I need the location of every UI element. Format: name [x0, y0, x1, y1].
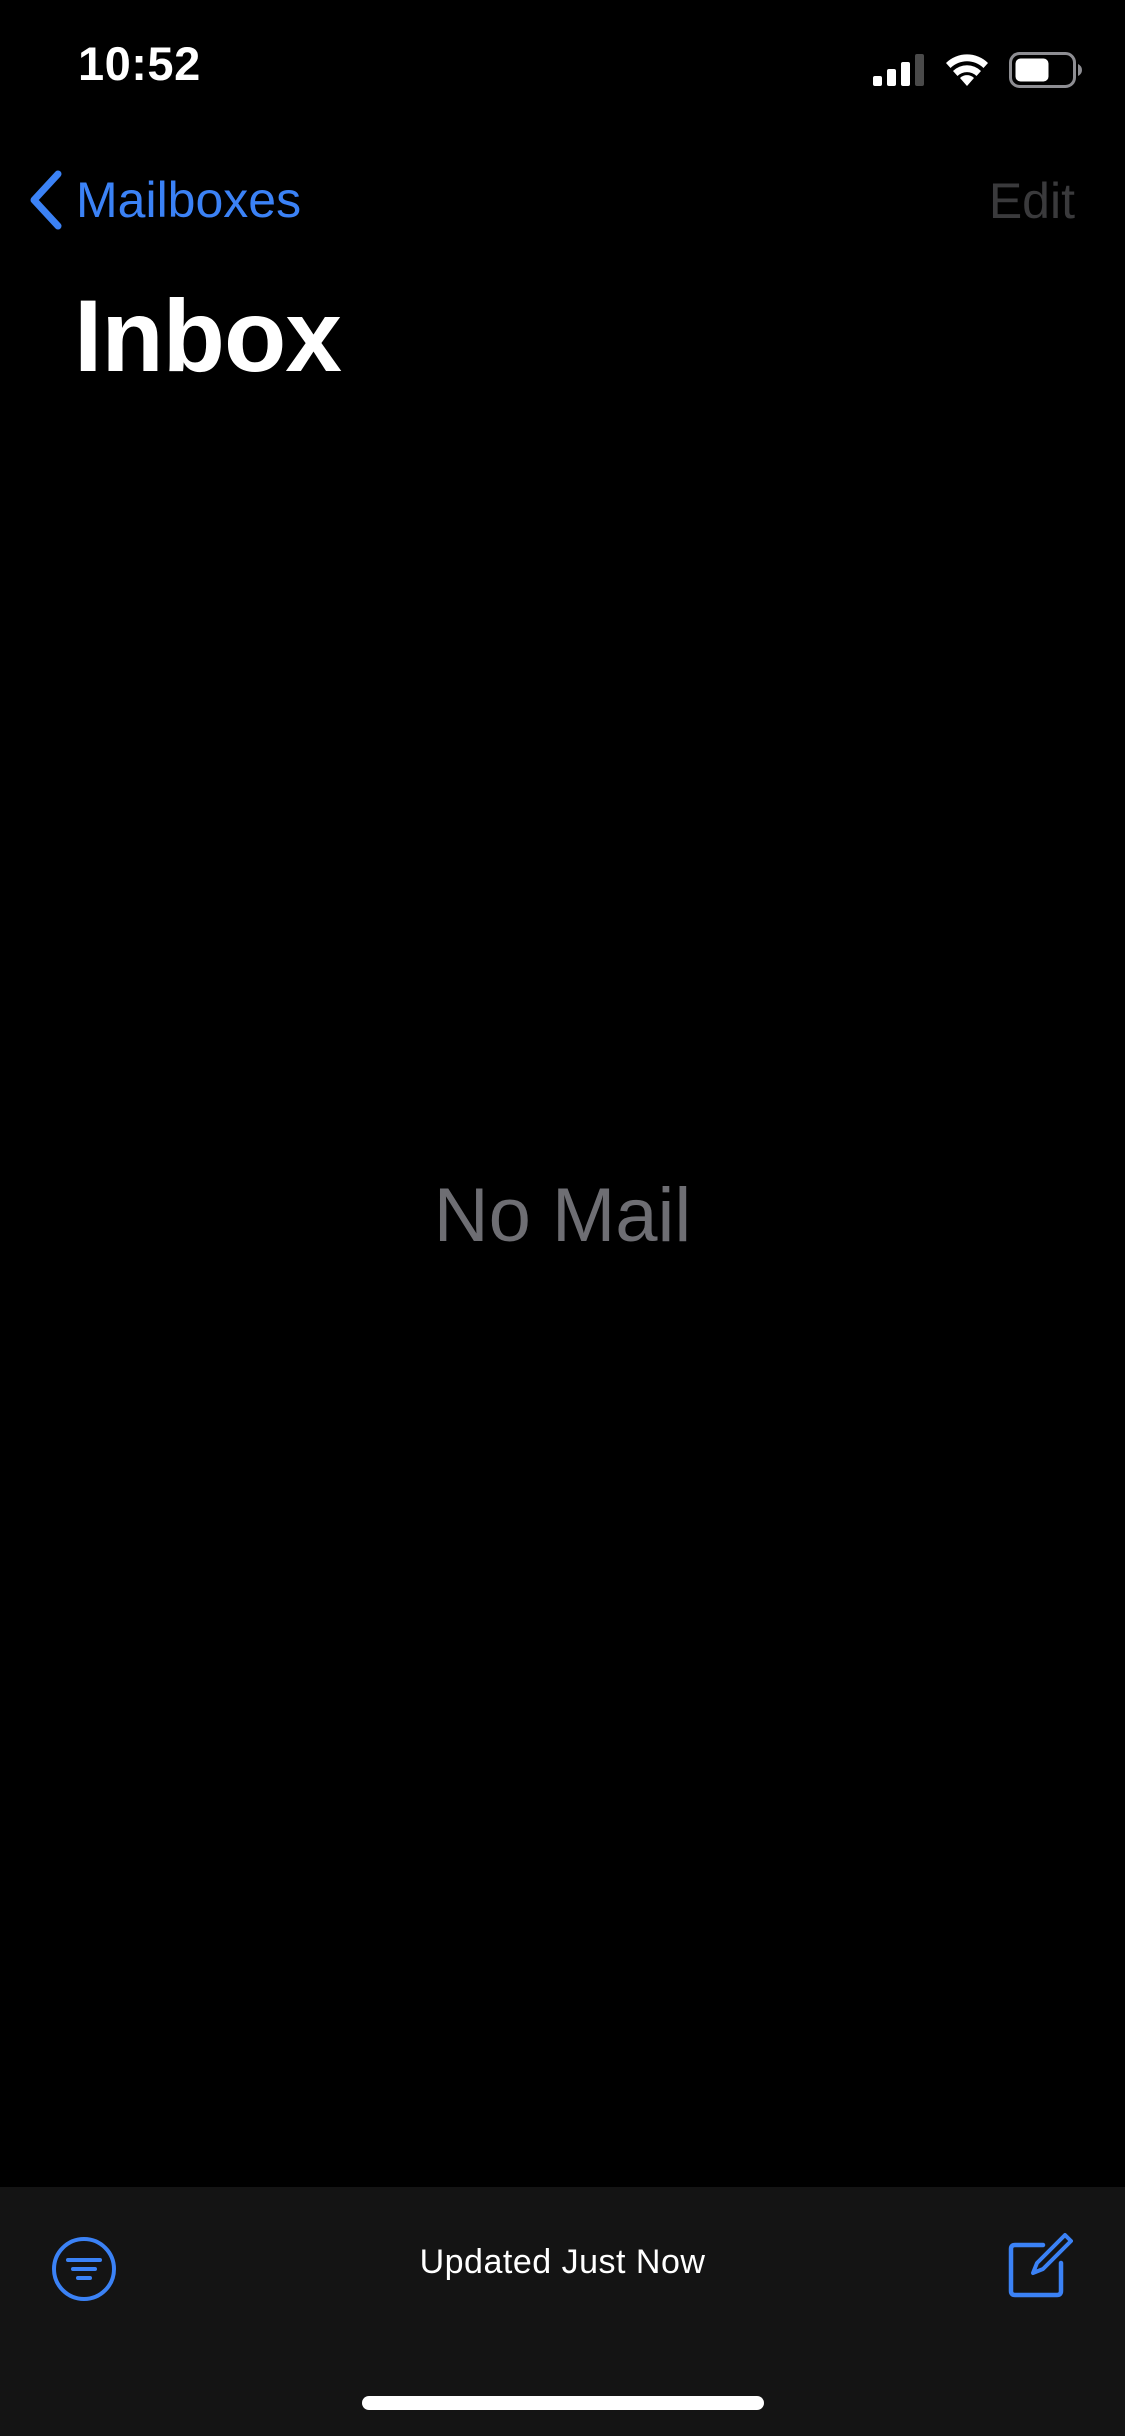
battery-icon	[1009, 52, 1082, 88]
back-button[interactable]: Mailboxes	[26, 168, 301, 232]
wifi-icon	[946, 54, 988, 86]
status-time: 10:52	[78, 37, 201, 90]
update-status-text: Updated Just Now	[419, 2243, 706, 2281]
edit-button[interactable]: Edit	[989, 172, 1075, 230]
compose-icon[interactable]	[1007, 2233, 1073, 2299]
status-bar: 10:52	[0, 0, 1125, 132]
cellular-signal-icon	[873, 54, 924, 86]
back-button-label: Mailboxes	[76, 172, 302, 228]
home-indicator[interactable]	[362, 2396, 764, 2410]
navigation-bar: Mailboxes Edit	[0, 150, 1125, 250]
status-icons	[873, 50, 1083, 90]
empty-state-message: No Mail	[433, 1173, 692, 1258]
chevron-left-icon	[30, 170, 62, 230]
page-title: Inbox	[74, 279, 342, 393]
